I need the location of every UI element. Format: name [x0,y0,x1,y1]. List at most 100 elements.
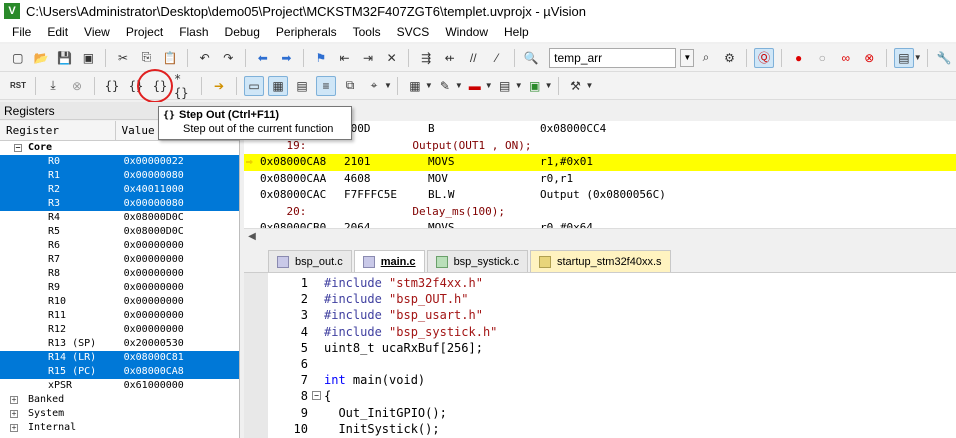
code-editor[interactable]: 1 #include "stm32f4xx.h" 2 #include "bsp_OU… [244,272,956,438]
insert-breakpoint-icon[interactable]: ● [789,48,809,68]
system-group-row[interactable]: + System [0,407,239,421]
system-viewer-dropdown-icon[interactable]: ▼ [545,81,553,90]
bookmark-next-icon[interactable]: ⇥ [358,48,378,68]
menu-view[interactable]: View [76,22,118,42]
run-icon[interactable]: ⤓ [43,76,63,96]
register-row[interactable]: R0 0x00000022 [0,155,239,169]
register-value[interactable]: 0x08000CA8 [115,365,239,379]
register-row[interactable]: R7 0x00000000 [0,253,239,267]
internal-group-row[interactable]: + Internal [0,421,239,435]
window-layout-dropdown-icon[interactable]: ▼ [914,53,922,62]
register-row[interactable]: R8 0x00000000 [0,267,239,281]
open-folder-icon[interactable]: 📂 [32,48,52,68]
core-group-row[interactable]: − Core [0,141,239,155]
symbols-window-icon[interactable]: ▤ [292,76,312,96]
system-viewer-icon[interactable]: ▣ [525,76,545,96]
menu-flash[interactable]: Flash [171,22,216,42]
navigate-back-icon[interactable]: ⬅ [253,48,273,68]
configure-icon[interactable]: 🔧 [935,48,955,68]
register-row[interactable]: R11 0x00000000 [0,309,239,323]
register-value[interactable]: 0x00000080 [115,197,239,211]
register-column-header[interactable]: Register [0,121,116,140]
register-value[interactable]: 0x40011000 [115,183,239,197]
register-value[interactable]: 0x00000022 [115,155,239,169]
menu-file[interactable]: File [4,22,39,42]
register-value[interactable]: 0x00000000 [116,239,239,253]
disable-all-breakpoints-icon[interactable]: ∞ [836,48,856,68]
uncomment-icon[interactable]: ⁄ [487,48,507,68]
register-value[interactable]: 0x08000D0C [116,211,239,225]
find-combo[interactable]: temp_arr [549,47,677,68]
register-row[interactable]: R1 0x00000080 [0,169,239,183]
menu-svcs[interactable]: SVCS [389,22,438,42]
tab-bsp-out[interactable]: bsp_out.c [268,250,352,272]
disassembly-window-icon[interactable]: ▦ [268,75,288,96]
fold-collapse-icon[interactable]: − [312,391,321,401]
kill-all-breakpoints-icon[interactable]: ⊗ [860,48,880,68]
find-combo-dropdown-icon[interactable]: ▼ [680,48,695,67]
step-into-icon[interactable]: {} [102,76,122,96]
incremental-find-icon[interactable]: ⚙ [720,48,740,68]
register-value[interactable]: 0x08000C81 [115,351,239,365]
find-in-files-icon[interactable]: 🔍 [522,48,542,68]
code-line[interactable]: 6 [244,356,956,373]
call-stack-window-icon[interactable]: ⧉ [340,76,360,96]
bookmark-prev-icon[interactable]: ⇤ [335,48,355,68]
memory-window-icon[interactable]: ▦ [405,76,425,96]
serial-window-dropdown-icon[interactable]: ▼ [455,81,463,90]
register-value[interactable]: 0x20000530 [116,337,239,351]
menu-tools[interactable]: Tools [345,22,389,42]
disassembly-current-line[interactable]: ⇨ 0x08000CA8 2101 MOVS r1,#0x01 [244,154,956,171]
disassembly-line[interactable]: 0x08000CAA 4608 MOV r0,r1 [244,171,956,188]
reset-icon[interactable]: RST [8,76,28,96]
expand-icon[interactable]: + [10,410,18,418]
register-row[interactable]: R13 (SP) 0x20000530 [0,337,239,351]
window-layout-icon[interactable]: ▤ [894,47,914,68]
bookmark-clear-icon[interactable]: ✕ [382,48,402,68]
register-row[interactable]: R10 0x00000000 [0,295,239,309]
register-row[interactable]: R3 0x00000080 [0,197,239,211]
navigate-forward-icon[interactable]: ➡ [277,48,297,68]
command-window-icon[interactable]: ▭ [244,75,264,96]
register-row[interactable]: xPSR 0x61000000 [0,379,239,393]
register-row[interactable]: R12 0x00000000 [0,323,239,337]
tab-bsp-systick[interactable]: bsp_systick.c [426,250,528,272]
code-line[interactable]: 5 uint8_t ucaRxBuf[256]; [244,340,956,357]
cut-icon[interactable]: ✂ [113,48,133,68]
menu-debug[interactable]: Debug [217,22,268,42]
register-row[interactable]: R5 0x08000D0C [0,225,239,239]
find-icon[interactable]: ⌕ [696,48,716,68]
code-line[interactable]: 7 int main(void) [244,372,956,389]
register-row[interactable]: R2 0x40011000 [0,183,239,197]
register-value[interactable]: 0x00000000 [116,253,239,267]
toolbox-icon[interactable]: ⚒ [566,76,586,96]
save-all-icon[interactable]: ▣ [79,48,99,68]
indent-icon[interactable]: ⇶ [416,48,436,68]
register-value[interactable]: 0x08000D0C [116,225,239,239]
serial-window-icon[interactable]: ✎ [435,76,455,96]
banked-group-row[interactable]: + Banked [0,393,239,407]
unindent-icon[interactable]: ⇷ [440,48,460,68]
new-file-icon[interactable]: ▢ [8,48,28,68]
redo-icon[interactable]: ↷ [218,48,238,68]
code-line[interactable]: 3 #include "bsp_usart.h" [244,307,956,324]
menu-project[interactable]: Project [118,22,171,42]
register-value[interactable]: 0x00000000 [116,309,239,323]
watch-window-dropdown-icon[interactable]: ▼ [384,81,392,90]
paste-icon[interactable]: 📋 [160,48,180,68]
expand-icon[interactable]: + [10,424,18,432]
menu-help[interactable]: Help [496,22,537,42]
code-line[interactable]: 8−{ [244,388,956,405]
expand-icon[interactable]: + [10,396,18,404]
register-value[interactable]: 0x00000000 [116,323,239,337]
tab-main[interactable]: main.c [353,250,425,272]
register-value[interactable]: 0x61000000 [116,379,239,393]
stop-icon[interactable]: ⊗ [67,76,87,96]
toolbox-dropdown-icon[interactable]: ▼ [586,81,594,90]
register-row[interactable]: R4 0x08000D0C [0,211,239,225]
scroll-left-icon[interactable]: ◀ [244,231,260,242]
register-value[interactable]: 0x00000000 [116,267,239,281]
debug-session-icon[interactable]: Ⓠ [754,47,774,68]
analysis-window-icon[interactable]: ▬ [465,76,485,96]
collapse-icon[interactable]: − [14,144,22,152]
